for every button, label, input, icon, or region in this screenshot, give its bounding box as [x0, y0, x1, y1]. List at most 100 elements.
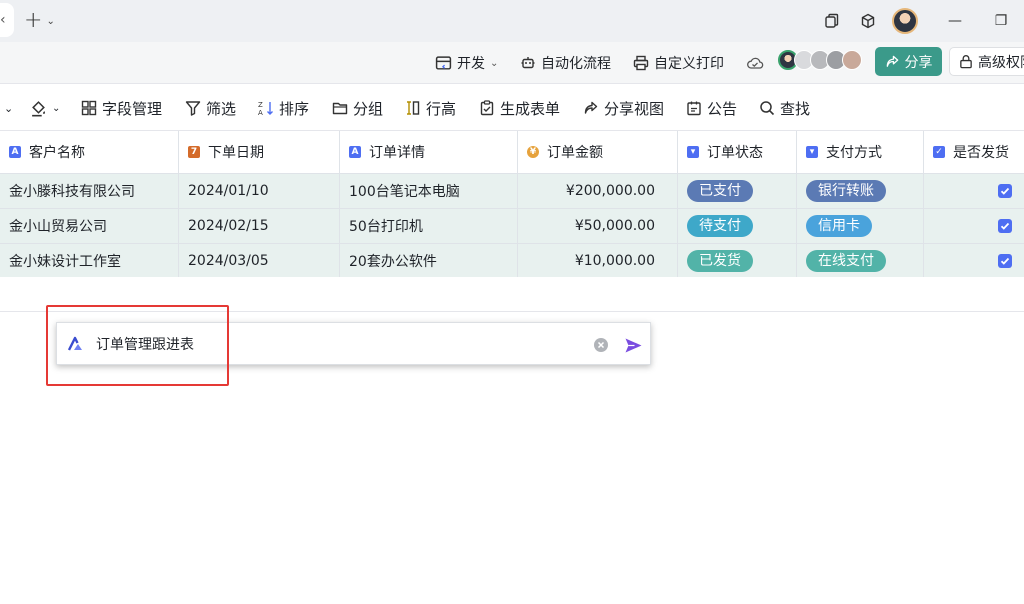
chevron-down-icon: ⌄: [52, 102, 61, 114]
collaborator-avatars[interactable]: [778, 50, 862, 70]
shipped-cell[interactable]: [924, 209, 1024, 243]
browser-tab-edge[interactable]: ‹: [0, 3, 14, 37]
column-header[interactable]: A 订单详情: [340, 131, 518, 173]
copy-window-icon[interactable]: [814, 0, 850, 42]
clipboard-check-icon: [480, 100, 494, 116]
dev-label: 开发: [457, 56, 485, 72]
chevron-down-icon: ⌄: [490, 57, 499, 69]
lock-icon: [960, 55, 972, 69]
detail-cell[interactable]: 20套办公软件: [340, 244, 518, 278]
send-icon: [625, 338, 641, 352]
app-logo-icon: [67, 336, 82, 351]
collapse-chevron[interactable]: ⌄: [4, 97, 13, 119]
dev-menu[interactable]: 开发 ⌄: [435, 51, 498, 75]
dev-icon: [435, 55, 452, 70]
field-manage-button[interactable]: 字段管理: [81, 97, 162, 119]
date-field-icon: 7: [188, 146, 200, 158]
column-header[interactable]: ✓ 是否发货: [924, 131, 1024, 173]
send-button[interactable]: [623, 335, 643, 355]
column-header[interactable]: A 客户名称: [0, 131, 179, 173]
status-cell[interactable]: 待支付: [678, 209, 797, 243]
title-bar: ‹ + ⌄ — ❐: [0, 0, 1024, 42]
search-button[interactable]: 查找: [759, 97, 810, 119]
column-header[interactable]: ▾ 订单状态: [678, 131, 797, 173]
select-field-icon: ▾: [687, 146, 699, 158]
fill-color-button[interactable]: ⌄: [30, 97, 60, 119]
create-form-button[interactable]: 生成表单: [479, 97, 560, 119]
shipped-cell[interactable]: [924, 244, 1024, 278]
group-label: 分组: [353, 99, 384, 118]
share-arrow-icon: [584, 101, 598, 114]
advanced-permissions-button[interactable]: 高级权限: [949, 47, 1024, 76]
prompt-input[interactable]: [96, 335, 576, 352]
customer-cell[interactable]: 金小山贸易公司: [0, 209, 179, 243]
share-view-label: 分享视图: [604, 99, 665, 118]
custom-print-button[interactable]: 自定义打印: [633, 51, 724, 75]
checkbox-field-icon: ✓: [933, 146, 945, 158]
column-header-label: 支付方式: [826, 145, 882, 161]
close-tab-icon[interactable]: ‹: [0, 12, 6, 28]
cube-icon[interactable]: [850, 0, 886, 42]
customer-cell[interactable]: 金小妹设计工作室: [0, 244, 179, 278]
detail-cell[interactable]: 50台打印机: [340, 209, 518, 243]
table-row[interactable]: 金小山贸易公司 2024/02/15 50台打印机 ¥50,000.00 待支付…: [0, 209, 1024, 244]
payment-cell[interactable]: 银行转账: [797, 174, 924, 208]
payment-tag: 在线支付: [806, 250, 886, 272]
notice-button[interactable]: 公告: [686, 97, 737, 119]
shipped-cell[interactable]: [924, 174, 1024, 208]
text-field-icon: A: [349, 146, 361, 158]
detail-cell[interactable]: 100台笔记本电脑: [340, 174, 518, 208]
sort-label: 排序: [279, 99, 310, 118]
column-header[interactable]: ¥ 订单金额: [518, 131, 678, 173]
status-cell[interactable]: 已发货: [678, 244, 797, 278]
amount-cell[interactable]: ¥200,000.00: [518, 174, 678, 208]
create-form-label: 生成表单: [500, 99, 561, 118]
table-row[interactable]: 金小妹设计工作室 2024/03/05 20套办公软件 ¥10,000.00 已…: [0, 244, 1024, 279]
printer-icon: [633, 55, 649, 71]
group-button[interactable]: 分组: [332, 97, 383, 119]
permissions-label: 高级权限: [978, 54, 1024, 71]
customer-cell[interactable]: 金小滕科技有限公司: [0, 174, 179, 208]
share-button[interactable]: 分享: [875, 47, 942, 76]
payment-tag: 信用卡: [806, 215, 872, 237]
date-cell[interactable]: 2024/02/15: [179, 209, 340, 243]
user-avatar[interactable]: [892, 8, 918, 34]
new-tab-button[interactable]: + ⌄: [24, 9, 55, 33]
status-cell[interactable]: 已支付: [678, 174, 797, 208]
plus-icon: +: [24, 8, 43, 33]
automation-label: 自动化流程: [541, 56, 611, 72]
minimize-button[interactable]: —: [932, 0, 978, 42]
column-header-label: 订单状态: [707, 145, 763, 161]
close-icon: [597, 341, 605, 349]
cloud-sync-icon[interactable]: [746, 51, 764, 75]
share-view-button[interactable]: 分享视图: [583, 97, 664, 119]
filter-label: 筛选: [206, 99, 237, 118]
date-cell[interactable]: 2024/01/10: [179, 174, 340, 208]
view-toolbar: ⌄ ⌄ 字段管理 筛选 ZA 排序 分组 行高 生成表单 分享视图 公告 查找: [0, 85, 1024, 131]
add-row-area[interactable]: [0, 277, 1024, 312]
clear-input-button[interactable]: [594, 338, 608, 352]
amount-cell[interactable]: ¥10,000.00: [518, 244, 678, 278]
column-header[interactable]: ▾ 支付方式: [797, 131, 924, 173]
restore-button[interactable]: ❐: [978, 0, 1024, 42]
checkbox-checked-icon[interactable]: [998, 219, 1012, 233]
search-icon: [760, 101, 775, 116]
filter-button[interactable]: 筛选: [185, 97, 236, 119]
date-cell[interactable]: 2024/03/05: [179, 244, 340, 278]
table-row[interactable]: 金小滕科技有限公司 2024/01/10 100台笔记本电脑 ¥200,000.…: [0, 174, 1024, 209]
text-field-icon: A: [9, 146, 21, 158]
notice-label: 公告: [707, 99, 738, 118]
row-height-icon: [407, 101, 420, 115]
row-height-button[interactable]: 行高: [405, 97, 456, 119]
checkbox-checked-icon[interactable]: [998, 254, 1012, 268]
grid-icon: [81, 100, 97, 116]
column-header[interactable]: 7 下单日期: [179, 131, 340, 173]
top-toolbar: 开发 ⌄ 自动化流程 自定义打印: [0, 42, 1024, 84]
automation-button[interactable]: 自动化流程: [520, 51, 611, 75]
checkbox-checked-icon[interactable]: [998, 184, 1012, 198]
sort-button[interactable]: ZA 排序: [258, 97, 309, 119]
paint-bucket-icon: [32, 100, 45, 116]
payment-cell[interactable]: 在线支付: [797, 244, 924, 278]
payment-cell[interactable]: 信用卡: [797, 209, 924, 243]
amount-cell[interactable]: ¥50,000.00: [518, 209, 678, 243]
